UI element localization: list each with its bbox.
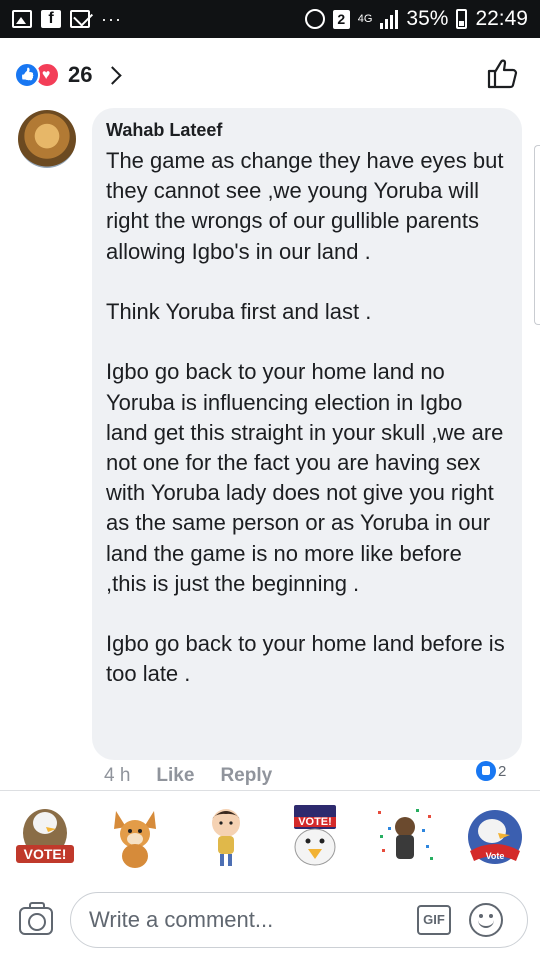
celebration-sticker[interactable] (370, 801, 440, 871)
signal-icon (380, 9, 399, 29)
vote-badge-eagle-sticker[interactable]: Vote (460, 801, 530, 871)
vote-eagle-hat-sticker[interactable]: VOTE! (280, 801, 350, 871)
comment-author[interactable]: Wahab Lateef (106, 120, 508, 146)
mail-icon (70, 10, 90, 28)
like-icon (476, 761, 496, 781)
dog-sticker[interactable] (100, 801, 170, 871)
camera-icon[interactable] (19, 902, 53, 935)
vote-eagle-sticker[interactable]: VOTE! (10, 801, 80, 871)
clock: 22:49 (475, 7, 528, 30)
sticker-text: VOTE! (298, 816, 332, 828)
comment-input-wrapper[interactable]: GIF (70, 892, 528, 948)
battery-percent: 35% (406, 7, 449, 30)
reaction-count: 26 (68, 62, 93, 87)
comment-composer: GIF (0, 882, 540, 960)
like-link[interactable]: Like (156, 765, 194, 787)
facebook-icon: f (41, 10, 61, 28)
alarm-icon (304, 9, 325, 29)
reply-link[interactable]: Reply (220, 765, 272, 787)
comment-text: The game as change they have eyes but th… (106, 148, 505, 687)
comment-time: 4 h (104, 765, 131, 786)
notification-badge: 2 (332, 9, 350, 29)
comments-header: 26 (0, 38, 540, 110)
battery-icon (456, 9, 468, 29)
chevron-right-icon (103, 65, 123, 85)
comment-input[interactable] (89, 893, 409, 946)
network-type: 4G (357, 13, 373, 25)
sticker-text: VOTE! (24, 846, 67, 862)
sticker-tray: VOTE! VOTE! Vote (0, 790, 540, 880)
comment-actions: 4 h Like Reply (104, 765, 272, 787)
image-icon (12, 10, 32, 28)
avatar[interactable] (18, 110, 76, 168)
reactions-summary[interactable]: 26 (14, 62, 123, 88)
comment-bubble: Wahab Lateef The game as change they hav… (92, 108, 522, 760)
comment-reactions[interactable]: 2 (476, 761, 506, 781)
girl-jumping-sticker[interactable] (190, 801, 260, 871)
status-bar: f ··· 2 4G 35% 22:49 (0, 0, 540, 38)
gif-button[interactable]: GIF (417, 905, 451, 935)
thumbs-up-icon[interactable] (486, 56, 520, 90)
more-dots-icon: ··· (101, 8, 122, 29)
comment-reaction-count: 2 (498, 762, 507, 780)
scroll-indicator (534, 145, 540, 325)
emoji-icon[interactable] (469, 903, 503, 937)
like-icon (14, 62, 40, 88)
sticker-text: Vote (486, 851, 505, 861)
